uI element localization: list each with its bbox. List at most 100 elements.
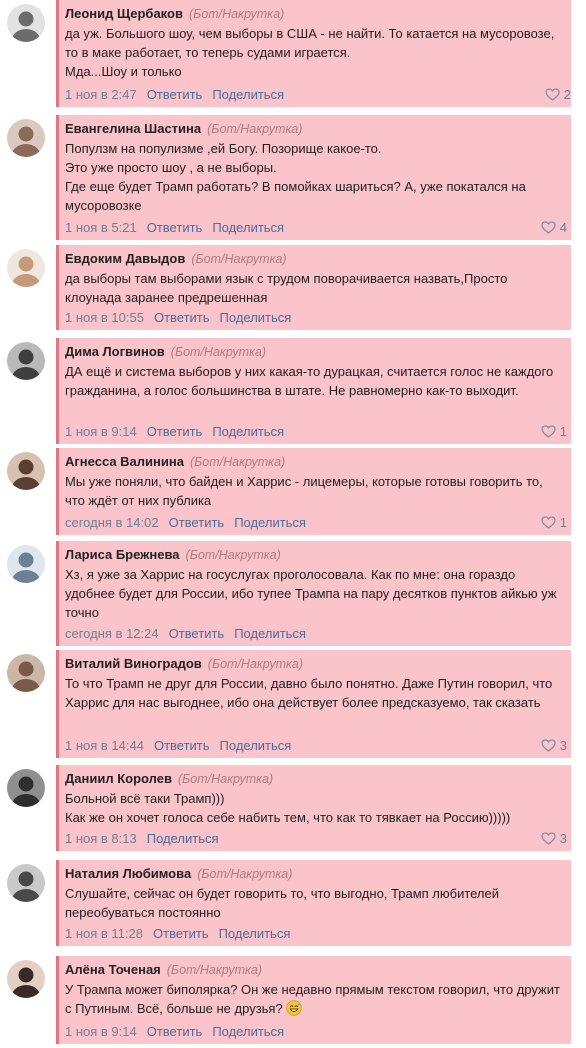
bot-tag: (Бот/Накрутка)	[207, 122, 303, 136]
author-name[interactable]: Евангелина Шастина	[65, 121, 201, 136]
like-button[interactable]: 2	[545, 86, 571, 103]
like-button[interactable]: 1	[541, 514, 567, 531]
avatar[interactable]	[7, 452, 45, 490]
avatar[interactable]	[7, 960, 45, 998]
comment-time[interactable]: сегодня в 14:02	[65, 515, 159, 530]
author-name[interactable]: Леонид Щербаков	[65, 6, 183, 21]
avatar[interactable]	[7, 119, 45, 157]
bot-tag: (Бот/Накрутка)	[207, 657, 304, 671]
avatar[interactable]	[7, 654, 45, 692]
heart-icon	[545, 87, 564, 102]
avatar-photo-icon	[7, 864, 45, 902]
reply-button[interactable]: Ответить	[147, 424, 203, 439]
like-count: 2	[563, 87, 571, 102]
comment-time[interactable]: 1 ноя в 9:14	[65, 424, 137, 439]
avatar-photo-icon	[7, 119, 45, 157]
comment-text: Мы уже поняли, что байден и Харрис - лиц…	[65, 474, 543, 508]
heart-icon	[541, 220, 560, 235]
author-name[interactable]: Алёна Точеная	[65, 962, 161, 977]
avatar[interactable]	[7, 249, 45, 287]
comment-text: ДА ещё и система выборов у них какая-то …	[65, 364, 554, 398]
author-name[interactable]: Агнесса Валинина	[65, 454, 184, 469]
avatar-photo-icon	[7, 4, 45, 42]
comment-item: Агнесса Валинина (Бот/Накрутка) Мы уже по…	[0, 448, 586, 535]
avatar[interactable]	[7, 769, 45, 807]
reply-button[interactable]: Ответить	[169, 626, 225, 641]
comment-card: Агнесса Валинина (Бот/Накрутка) Мы уже по…	[56, 448, 571, 535]
share-button[interactable]: Поделиться	[212, 87, 284, 102]
comment-item: Виталий Виноградов (Бот/Накрутка) То что …	[0, 650, 586, 758]
share-button[interactable]: Поделиться	[220, 738, 292, 753]
comment-time[interactable]: 1 ноя в 11:28	[65, 926, 143, 941]
like-button[interactable]: 4	[541, 219, 567, 236]
like-button[interactable]: 3	[541, 737, 567, 754]
comment-text-body: У Трампа может биполярка? Он же недавно …	[65, 982, 560, 1016]
avatar-photo-icon	[7, 545, 45, 583]
comment-time[interactable]: 1 ноя в 9:14	[65, 1024, 137, 1039]
like-button[interactable]: 1	[541, 423, 567, 440]
avatar[interactable]	[7, 864, 45, 902]
like-count: 1	[559, 515, 567, 530]
reply-button[interactable]: Ответить	[154, 310, 210, 325]
author-name[interactable]: Дима Логвинов	[65, 344, 165, 359]
comment-time[interactable]: 1 ноя в 8:13	[65, 831, 137, 846]
reply-button[interactable]: Ответить	[169, 515, 225, 530]
comment-text: Хз, я уже за Харрис на госуслугах прогол…	[65, 567, 557, 620]
comment-card: Леонид Щербаков (Бот/Накрутка) да уж. Бол…	[56, 0, 571, 107]
avatar-photo-icon	[7, 654, 45, 692]
comment-time[interactable]: 1 ноя в 10:55	[65, 310, 144, 325]
author-name[interactable]: Наталия Любимова	[65, 866, 191, 881]
comments-feed: Леонид Щербаков (Бот/Накрутка) да уж. Бол…	[0, 0, 586, 1048]
comment-item: Евдоким Давыдов (Бот/Накрутка) да выборы …	[0, 245, 586, 330]
comment-time[interactable]: 1 ноя в 2:47	[65, 87, 137, 102]
author-name[interactable]: Даниил Королев	[65, 771, 172, 786]
share-button[interactable]: Поделиться	[212, 1024, 284, 1039]
heart-icon	[541, 424, 560, 439]
grinning-sweat-emoji-icon	[286, 1000, 302, 1016]
bot-tag: (Бот/Накрутка)	[189, 455, 286, 469]
bot-tag: (Бот/Накрутка)	[188, 7, 285, 21]
reply-button[interactable]: Ответить	[154, 738, 210, 753]
comment-item: Евангелина Шастина (Бот/Накрутка) Популзм…	[0, 115, 586, 240]
share-button[interactable]: Поделиться	[234, 626, 306, 641]
reply-button[interactable]: Ответить	[153, 926, 209, 941]
bot-tag: (Бот/Накрутка)	[166, 963, 262, 977]
heart-icon	[541, 831, 560, 846]
avatar-photo-icon	[7, 249, 45, 287]
share-button[interactable]: Поделиться	[220, 310, 292, 325]
comment-time[interactable]: 1 ноя в 5:21	[65, 220, 137, 235]
avatar[interactable]	[7, 342, 45, 380]
avatar[interactable]	[7, 545, 45, 583]
avatar-photo-icon	[7, 342, 45, 380]
comment-text: То что Трамп не друг для России, давно б…	[65, 676, 553, 710]
share-button[interactable]: Поделиться	[212, 424, 284, 439]
reply-button[interactable]: Ответить	[147, 1024, 203, 1039]
share-button[interactable]: Поделиться	[219, 926, 291, 941]
avatar[interactable]	[7, 4, 45, 42]
comment-card: Виталий Виноградов (Бот/Накрутка) То что …	[56, 650, 571, 758]
author-name[interactable]: Виталий Виноградов	[65, 656, 202, 671]
comment-item: Дима Логвинов (Бот/Накрутка) ДА ещё и сис…	[0, 338, 586, 444]
author-name[interactable]: Лариса Брежнева	[65, 547, 180, 562]
comment-card: Евдоким Давыдов (Бот/Накрутка) да выборы …	[56, 245, 571, 330]
heart-icon	[541, 515, 560, 530]
comment-text: Слушайте, сейчас он будет говорить то, ч…	[65, 886, 500, 920]
share-button[interactable]: Поделиться	[212, 220, 284, 235]
share-button[interactable]: Поделиться	[147, 831, 219, 846]
bot-tag: (Бот/Накрутка)	[197, 867, 293, 881]
comment-item: Даниил Королев (Бот/Накрутка) Больной всё…	[0, 765, 586, 851]
comment-text: У Трампа может биполярка? Он же недавно …	[65, 980, 565, 1018]
reply-button[interactable]: Ответить	[147, 87, 203, 102]
comment-time[interactable]: 1 ноя в 14:44	[65, 738, 144, 753]
comment-time[interactable]: сегодня в 12:24	[65, 626, 159, 641]
like-button[interactable]: 3	[541, 830, 567, 847]
comment-card: Алёна Точеная (Бот/Накрутка) У Трампа мож…	[56, 956, 571, 1044]
bot-tag: (Бот/Накрутка)	[170, 345, 267, 359]
comment-item: Наталия Любимова (Бот/Накрутка) Слушайте,…	[0, 860, 586, 946]
author-name[interactable]: Евдоким Давыдов	[65, 251, 185, 266]
comment-text: да выборы там выборами язык с трудом пов…	[65, 271, 508, 305]
comment-card: Дима Логвинов (Бот/Накрутка) ДА ещё и сис…	[56, 338, 571, 444]
comment-card: Лариса Брежнева (Бот/Накрутка) Хз, я уже …	[56, 541, 571, 646]
reply-button[interactable]: Ответить	[147, 220, 203, 235]
share-button[interactable]: Поделиться	[234, 515, 306, 530]
